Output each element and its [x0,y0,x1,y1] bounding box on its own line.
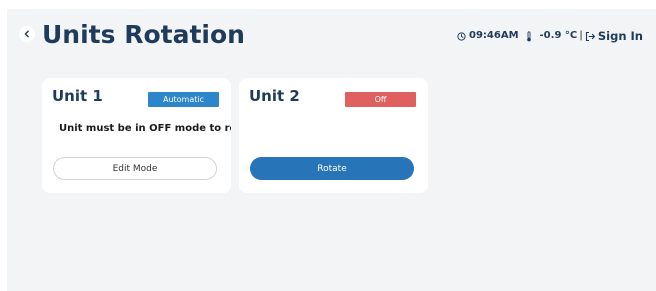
unit-2-name: Unit 2 [249,87,300,105]
unit-2-mode-badge: Off [345,92,416,107]
clock-icon [457,31,466,41]
status-separator: | [579,30,583,41]
sign-in-label: Sign In [597,29,643,43]
edit-mode-button[interactable]: Edit Mode [53,157,217,180]
units-rotation-screen: Units Rotation 09:46AM -0.9 °C | Sign In… [7,9,656,291]
temperature-reading: -0.9 °C [539,30,578,41]
unit-card-2: Unit 2 Off Rotate [239,78,428,193]
unit-1-rotation-note: Unit must be in OFF mode to rotate [59,123,231,134]
unit-card-1: Unit 1 Automatic Unit must be in OFF mod… [42,78,231,193]
rotate-button[interactable]: Rotate [250,157,414,180]
sign-in-link[interactable]: Sign In [585,29,643,43]
back-button[interactable] [19,26,35,42]
status-bar: 09:46AM -0.9 °C | Sign In [457,29,643,43]
sign-in-icon [585,31,595,41]
current-time: 09:46AM [469,30,519,41]
page-title: Units Rotation [42,20,245,49]
chevron-left-icon [24,30,29,38]
unit-1-name: Unit 1 [52,87,103,105]
unit-1-mode-badge: Automatic [148,92,219,107]
thermometer-icon [526,30,531,41]
